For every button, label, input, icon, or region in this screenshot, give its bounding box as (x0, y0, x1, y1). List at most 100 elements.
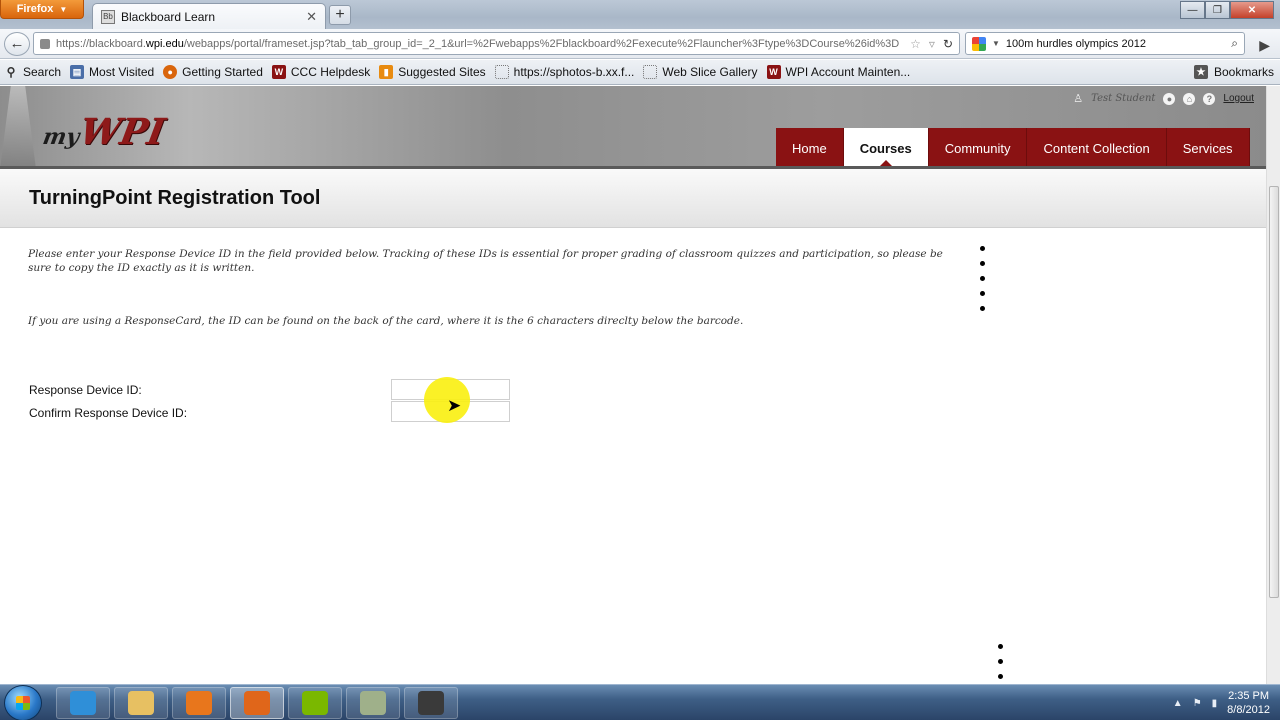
url-bar[interactable]: https://blackboard.wpi.edu/webapps/porta… (33, 32, 960, 55)
tab-courses[interactable]: Courses (843, 128, 929, 169)
taskbar-app-button[interactable] (346, 687, 400, 719)
bookmark-label: https://sphotos-b.xx.f... (513, 65, 635, 79)
user-name[interactable]: Test Student (1091, 93, 1155, 104)
show-hidden-icons-icon[interactable]: ▲ (1173, 698, 1183, 709)
portal-tabs: Home Courses Community Content Collectio… (776, 128, 1250, 169)
engine-dropdown-icon[interactable]: ▼ (992, 39, 1000, 48)
url-path: /webapps/portal/frameset.jsp?tab_tab_gro… (183, 37, 900, 50)
bookmark-star-icon[interactable]: ☆ (910, 37, 921, 51)
bookmark-sphotos[interactable]: https://sphotos-b.xx.f... (494, 65, 635, 79)
browser-titlebar: Firefox ▼ Bb Blackboard Learn ✕ + — ❐ ✕ (0, 0, 1280, 29)
new-tab-button[interactable]: + (329, 5, 351, 25)
bookmark-label: Getting Started (182, 65, 263, 79)
minimize-icon[interactable]: — (1180, 1, 1205, 19)
most-visited-icon: ▤ (70, 65, 85, 79)
mywpi-logo[interactable]: my WPI (40, 111, 168, 153)
site-identity-icon[interactable] (40, 38, 50, 49)
person-icon[interactable]: ● (1163, 92, 1176, 105)
url-domain: wpi.edu (145, 37, 184, 50)
taskbar-app-button[interactable] (230, 687, 284, 719)
bullet (998, 659, 1003, 664)
start-button[interactable] (4, 685, 42, 720)
bookmark-label: Search (23, 65, 62, 79)
windows-taskbar: ▲ ⚑ ▮ 2:35 PM 8/8/2012 (0, 684, 1280, 720)
bookmarks-menu-label: Bookmarks (1213, 65, 1274, 79)
reload-icon[interactable]: ↻ (943, 37, 953, 51)
tab-home[interactable]: Home (776, 128, 844, 169)
scrollbar-thumb[interactable] (1269, 186, 1279, 598)
restore-icon[interactable]: ❐ (1205, 1, 1230, 19)
clock-date: 8/8/2012 (1227, 704, 1270, 716)
system-tray: ▲ ⚑ ▮ 2:35 PM 8/8/2012 (1173, 685, 1280, 720)
tab-community[interactable]: Community (928, 128, 1028, 169)
search-bar[interactable]: ▼ 100m hurdles olympics 2012 ⌕ (965, 32, 1245, 55)
search-input[interactable]: 100m hurdles olympics 2012 (1006, 38, 1225, 50)
bookmark-suggested-sites[interactable]: ▮ Suggested Sites (379, 65, 486, 79)
bookmark-web-slice-gallery[interactable]: Web Slice Gallery (643, 65, 758, 79)
network-icon[interactable]: ▮ (1212, 698, 1218, 709)
bookmark-most-visited[interactable]: ▤ Most Visited (70, 65, 154, 79)
bullet (980, 291, 985, 296)
page-icon (494, 65, 509, 79)
hint-text: If you are using a ResponseCard, the ID … (28, 315, 744, 327)
bookmark-search[interactable]: ⚲ Search (4, 65, 61, 79)
home-icon[interactable]: ⌂ (1183, 92, 1196, 105)
bookmark-label: WPI Account Mainten... (785, 65, 911, 79)
suggested-sites-icon: ▮ (379, 65, 394, 79)
url-text[interactable]: https://blackboard.wpi.edu/webapps/porta… (56, 38, 904, 50)
bullet-list-marks (980, 246, 985, 321)
bookmark-label: Web Slice Gallery (662, 65, 758, 79)
action-center-icon[interactable]: ⚑ (1193, 698, 1202, 709)
taskbar-app-button[interactable] (288, 687, 342, 719)
bookmark-getting-started[interactable]: ● Getting Started (163, 65, 263, 79)
wpi-icon: W (271, 65, 286, 79)
browser-tab[interactable]: Bb Blackboard Learn ✕ (92, 3, 326, 29)
file-explorer-icon (128, 691, 154, 715)
bookmark-label: Most Visited (89, 65, 155, 79)
firefox-menu-label: Firefox (16, 3, 54, 15)
tab-title: Blackboard Learn (121, 9, 216, 24)
portal-header: my WPI ♙ Test Student ● ⌂ ? Logout Home … (0, 86, 1266, 169)
clock[interactable]: 2:35 PM 8/8/2012 (1227, 689, 1270, 717)
help-icon[interactable]: ? (1203, 92, 1216, 105)
page-scrollbar[interactable] (1266, 86, 1280, 684)
bookmark-ccc-helpdesk[interactable]: W CCC Helpdesk (271, 65, 371, 79)
tower-graphic (0, 86, 36, 169)
logout-link[interactable]: Logout (1223, 93, 1254, 104)
firefox-menu-button[interactable]: Firefox ▼ (0, 0, 84, 19)
tab-content-collection[interactable]: Content Collection (1027, 128, 1167, 169)
close-tab-icon[interactable]: ✕ (306, 9, 317, 25)
search-icon: ⚲ (6, 65, 16, 79)
menu-icon[interactable]: ▶ (1259, 37, 1270, 54)
chevron-down-icon: ▼ (59, 4, 68, 14)
bookmarks-menu[interactable]: ★ Bookmarks (1193, 65, 1274, 79)
google-engine-icon[interactable] (972, 36, 986, 51)
firefox-icon (244, 691, 270, 715)
blackboard-favicon-icon: Bb (101, 9, 115, 24)
bullet (998, 674, 1003, 679)
bullet-list-marks (998, 644, 1003, 684)
page-icon (643, 65, 658, 79)
close-window-icon[interactable]: ✕ (1230, 1, 1274, 19)
dropdown-arrow-icon[interactable]: ▿ (929, 37, 935, 51)
bookmark-label: CCC Helpdesk (290, 65, 371, 79)
search-icon[interactable]: ⌕ (1231, 36, 1238, 51)
back-button[interactable]: ← (4, 31, 30, 56)
taskbar-app-button[interactable] (172, 687, 226, 719)
taskbar-app-button[interactable] (114, 687, 168, 719)
bookmark-wpi-account[interactable]: W WPI Account Mainten... (766, 65, 911, 79)
url-prefix: https://blackboard. (56, 37, 146, 50)
confirm-device-id-label: Confirm Response Device ID: (29, 406, 188, 420)
logo-my: my (40, 124, 82, 150)
bookmark-label: Suggested Sites (398, 65, 486, 79)
user-area: ♙ Test Student ● ⌂ ? Logout (1073, 92, 1254, 105)
url-tools: ☆ ▿ ↻ (910, 37, 953, 51)
taskbar-app-button[interactable] (56, 687, 110, 719)
page-title: TurningPoint Registration Tool (29, 187, 321, 209)
bullet (980, 276, 985, 281)
wpi-icon: W (766, 65, 781, 79)
tab-services[interactable]: Services (1166, 128, 1250, 169)
bullet (980, 246, 985, 251)
taskbar-app-button[interactable] (404, 687, 458, 719)
bookmarks-toolbar: ⚲ Search ▤ Most Visited ● Getting Starte… (0, 60, 1280, 85)
